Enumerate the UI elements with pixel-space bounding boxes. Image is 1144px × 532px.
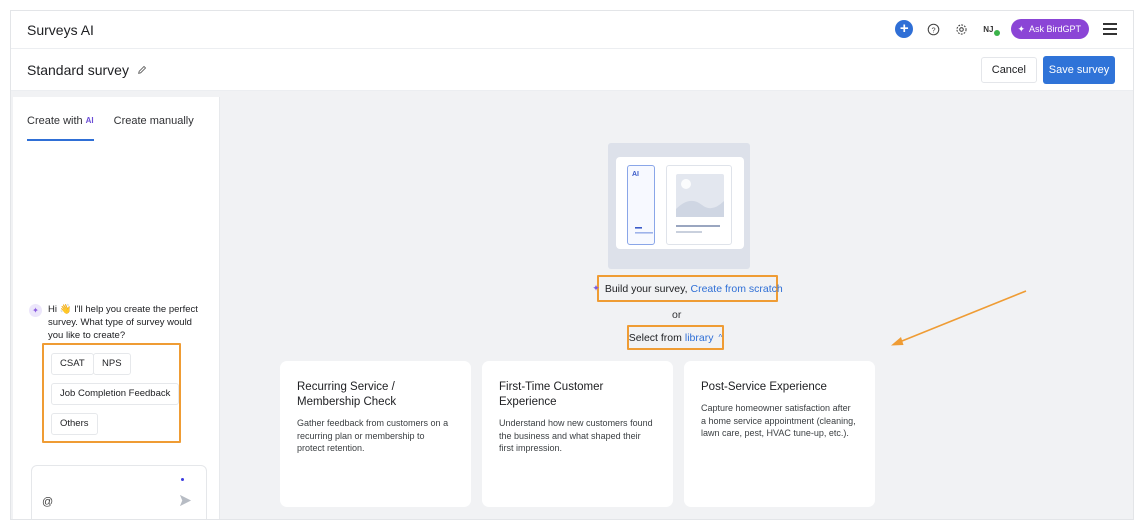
send-arrow-icon[interactable] — [179, 494, 192, 512]
app-window: Surveys AI + ? NJ ✦ Ask BirdGPT Standard… — [10, 10, 1134, 520]
assistant-message-text: Hi 👋 I'll help you create the perfect su… — [48, 304, 198, 341]
tab-label: Create manually — [113, 115, 194, 127]
save-survey-button[interactable]: Save survey — [1043, 56, 1115, 84]
avatar[interactable]: NJ — [981, 22, 1001, 37]
add-icon[interactable]: + — [895, 20, 914, 38]
template-card-recurring-service[interactable]: Recurring Service / Membership Check Gat… — [280, 361, 471, 507]
build-prefix-text: Build your survey, — [604, 282, 688, 295]
template-card-post-service[interactable]: Post-Service Experience Capture homeowne… — [684, 361, 875, 507]
avatar-initials: NJ — [983, 24, 994, 34]
card-title: First-Time Customer Experience — [499, 381, 604, 408]
hamburger-menu-icon[interactable] — [1103, 23, 1117, 35]
create-from-scratch-option: ✦ Build your survey, Create from scratch — [592, 275, 783, 302]
option-job-completion-chip[interactable]: Job Completion Feedback — [51, 383, 180, 405]
input-indicator-dot — [181, 478, 184, 481]
option-nps-chip[interactable]: NPS — [93, 353, 131, 375]
library-link[interactable]: library — [685, 332, 714, 344]
survey-type-options: CSAT NPS Job Completion Feedback Others — [42, 343, 181, 443]
illustration-image-pane — [666, 165, 732, 245]
main-area: Create with AI Create manually ✦ Hi 👋 I'… — [11, 91, 1133, 519]
card-description: Capture homeowner satisfaction after a h… — [701, 403, 856, 438]
card-description: Understand how new customers found the b… — [499, 418, 653, 453]
option-others-chip[interactable]: Others — [51, 413, 98, 435]
assistant-message: ✦ Hi 👋 I'll help you create the perfect … — [29, 303, 209, 342]
create-from-scratch-link[interactable]: Create from scratch — [691, 283, 783, 295]
chevron-up-icon[interactable]: ^ — [718, 333, 722, 342]
assistant-avatar-icon: ✦ — [29, 304, 42, 317]
ask-birdgpt-button[interactable]: ✦ Ask BirdGPT — [1011, 19, 1089, 39]
help-icon[interactable]: ? — [925, 21, 941, 37]
select-prefix-text: Select from — [628, 331, 682, 344]
select-from-library-option: Select from library ^ — [627, 325, 724, 350]
ask-birdgpt-label: Ask BirdGPT — [1028, 24, 1081, 34]
tab-create-with-ai[interactable]: Create with AI — [27, 115, 94, 141]
card-title: Recurring Service / Membership Check — [297, 381, 397, 408]
illustration-ai-pane: AI — [627, 165, 655, 245]
or-divider-text: or — [672, 309, 682, 321]
sparkle-icon: ✦ — [1017, 23, 1025, 34]
svg-text:?: ? — [931, 25, 935, 34]
chat-input[interactable]: @ — [31, 465, 207, 519]
tab-create-manually[interactable]: Create manually — [114, 115, 194, 141]
online-status-dot — [994, 29, 1001, 36]
ai-chat-panel: Create with AI Create manually ✦ Hi 👋 I'… — [13, 97, 220, 519]
tab-label: Create with — [27, 115, 83, 127]
creation-tabs: Create with AI Create manually — [27, 115, 194, 141]
cancel-button[interactable]: Cancel — [980, 57, 1037, 83]
top-bar: Surveys AI + ? NJ ✦ Ask BirdGPT — [11, 11, 1133, 49]
card-description: Gather feedback from customers on a recu… — [297, 418, 449, 453]
pencil-icon[interactable] — [137, 65, 147, 75]
at-sign-icon[interactable]: @ — [42, 496, 53, 508]
app-title: Surveys AI — [27, 21, 94, 38]
sparkle-icon: ✦ — [592, 283, 600, 293]
top-bar-actions: + ? NJ ✦ Ask BirdGPT — [895, 19, 1117, 39]
ai-badge: AI — [85, 116, 94, 125]
template-card-first-time-customer[interactable]: First-Time Customer Experience Understan… — [482, 361, 673, 507]
survey-header: Standard survey Cancel Save survey — [11, 49, 1133, 91]
survey-title: Standard survey — [27, 61, 129, 78]
gear-icon[interactable] — [953, 21, 969, 37]
option-csat-chip[interactable]: CSAT — [51, 353, 94, 375]
annotation-arrow-icon — [891, 290, 1027, 346]
card-title: Post-Service Experience — [701, 381, 827, 393]
